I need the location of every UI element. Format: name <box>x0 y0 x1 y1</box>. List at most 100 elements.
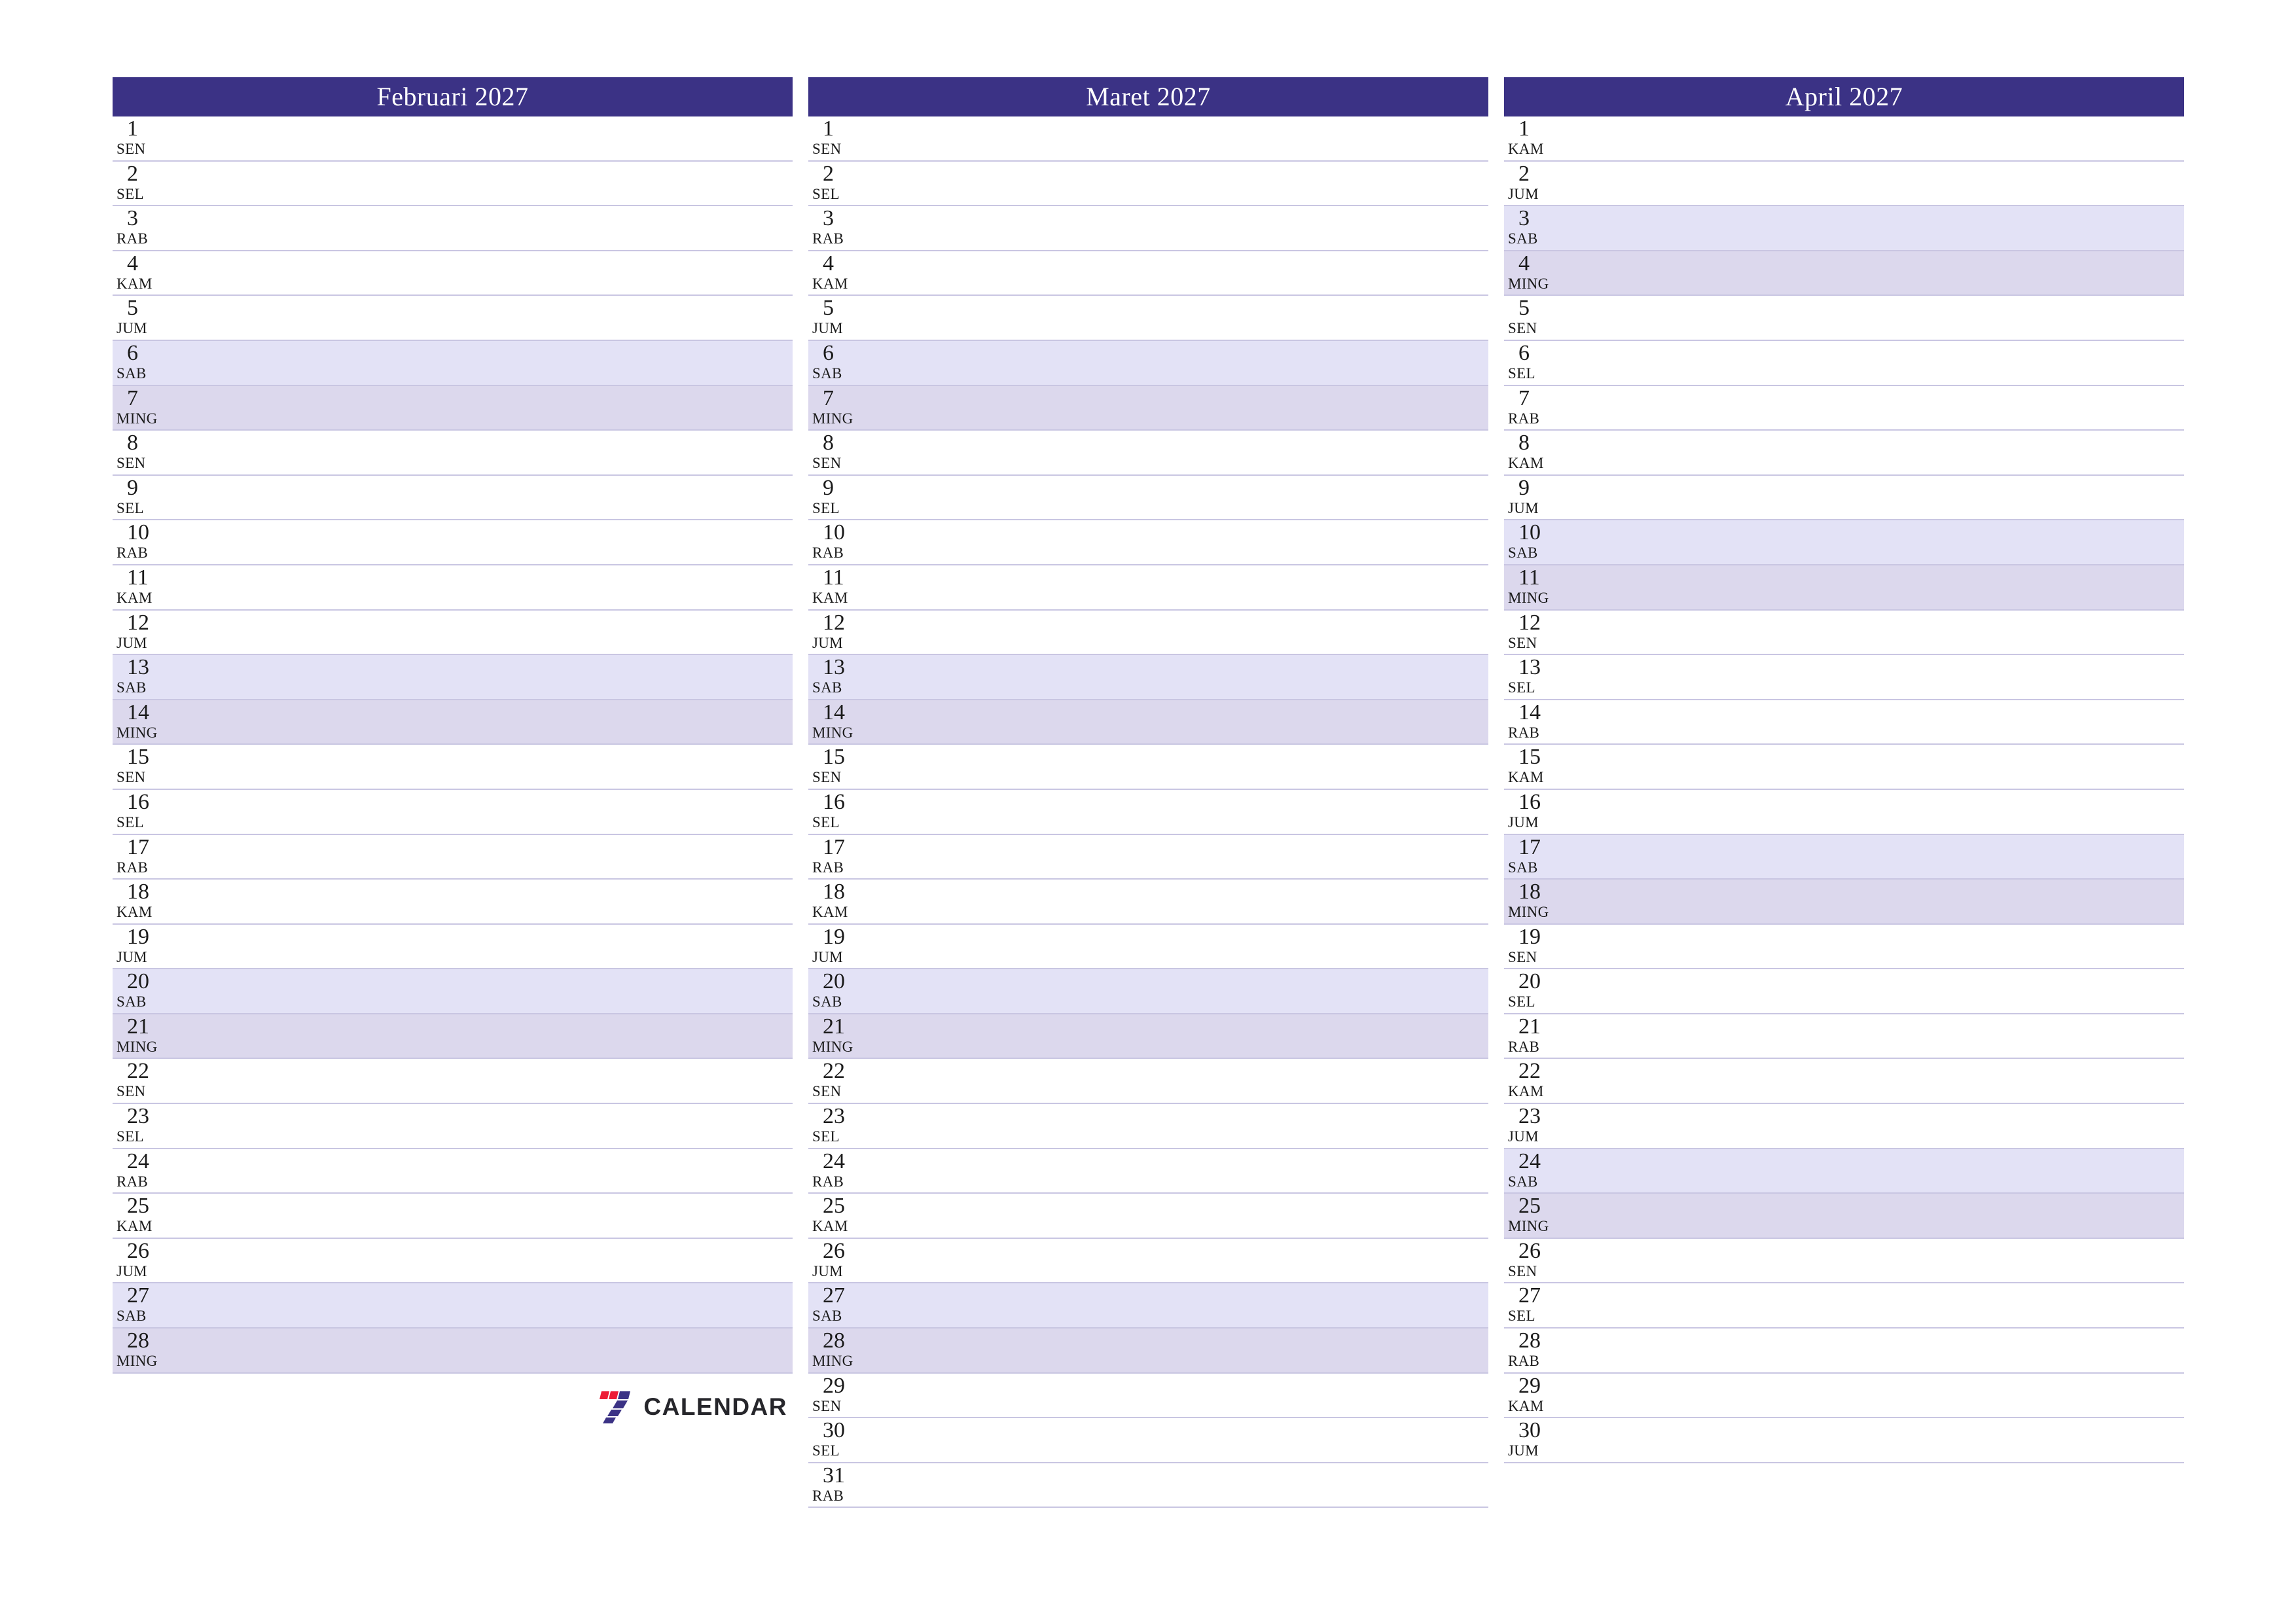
day-row[interactable]: 13 SEL <box>1504 655 2184 700</box>
day-row[interactable]: 10 RAB <box>808 520 1488 565</box>
day-row[interactable]: 2 SEL <box>113 161 793 207</box>
day-row[interactable]: 24 RAB <box>808 1149 1488 1194</box>
day-row[interactable]: 30 SEL <box>808 1418 1488 1463</box>
day-row[interactable]: 19 JUM <box>113 924 793 970</box>
day-row[interactable]: 14 MING <box>808 700 1488 745</box>
day-row[interactable]: 28 MING <box>808 1329 1488 1374</box>
day-row[interactable]: 3 RAB <box>808 206 1488 251</box>
day-row[interactable]: 25 KAM <box>113 1194 793 1239</box>
day-row[interactable]: 9 SEL <box>113 475 793 521</box>
day-row[interactable]: 8 SEN <box>113 431 793 476</box>
day-row[interactable]: 8 KAM <box>1504 431 2184 476</box>
day-row[interactable]: 5 JUM <box>808 296 1488 341</box>
day-row[interactable]: 16 SEL <box>113 789 793 835</box>
day-row[interactable]: 7 MING <box>113 385 793 431</box>
day-row[interactable]: 20 SEL <box>1504 969 2184 1014</box>
day-row[interactable]: 16 SEL <box>808 789 1488 835</box>
day-row[interactable]: 2 SEL <box>808 161 1488 207</box>
day-row[interactable]: 25 KAM <box>808 1194 1488 1239</box>
day-row[interactable]: 18 MING <box>1504 880 2184 925</box>
day-row[interactable]: 1 SEN <box>113 116 793 162</box>
day-row[interactable]: 20 SAB <box>113 969 793 1014</box>
day-row[interactable]: 26 JUM <box>113 1238 793 1284</box>
day-row[interactable]: 20 SAB <box>808 969 1488 1014</box>
day-row[interactable]: 1 SEN <box>808 116 1488 162</box>
day-row[interactable]: 25 MING <box>1504 1194 2184 1239</box>
day-row[interactable]: 6 SEL <box>1504 340 2184 386</box>
day-row[interactable]: 11 KAM <box>808 565 1488 611</box>
day-row[interactable]: 5 SEN <box>1504 296 2184 341</box>
day-row[interactable]: 4 MING <box>1504 251 2184 296</box>
brand-logo-inner: CALENDAR <box>594 1390 787 1424</box>
day-row[interactable]: 24 SAB <box>1504 1149 2184 1194</box>
day-row[interactable]: 17 SAB <box>1504 834 2184 880</box>
day-rows-maret: 1 SEN 2 SEL 3 RAB 4 KAM 5 JUM 6 SAB 7 MING 8 SEN 9 SEL 10 R… <box>808 116 1488 1508</box>
day-row[interactable]: 10 SAB <box>1504 520 2184 565</box>
day-row[interactable]: 22 KAM <box>1504 1059 2184 1105</box>
day-row[interactable]: 19 JUM <box>808 924 1488 970</box>
day-row[interactable]: 30 JUM <box>1504 1418 2184 1463</box>
day-abbreviation: SEL <box>1508 679 1535 696</box>
day-row[interactable]: 24 RAB <box>113 1149 793 1194</box>
day-row[interactable]: 17 RAB <box>808 834 1488 880</box>
day-row[interactable]: 21 MING <box>808 1014 1488 1060</box>
day-row[interactable]: 23 SEL <box>113 1104 793 1149</box>
day-row[interactable]: 29 KAM <box>1504 1373 2184 1419</box>
day-row[interactable]: 1 KAM <box>1504 116 2184 162</box>
day-row[interactable]: 31 RAB <box>808 1463 1488 1508</box>
day-row[interactable]: 22 SEN <box>113 1059 793 1105</box>
day-row[interactable]: 12 JUM <box>113 610 793 656</box>
day-row[interactable]: 16 JUM <box>1504 789 2184 835</box>
day-row[interactable]: 15 SEN <box>808 745 1488 790</box>
day-abbreviation: JUM <box>812 1262 843 1279</box>
day-row[interactable]: 6 SAB <box>113 340 793 386</box>
day-row[interactable]: 23 SEL <box>808 1104 1488 1149</box>
day-row[interactable]: 11 KAM <box>113 565 793 611</box>
day-row[interactable]: 14 MING <box>113 700 793 745</box>
day-number: 15 <box>1518 745 1541 770</box>
day-row[interactable]: 9 SEL <box>808 475 1488 521</box>
day-abbreviation: JUM <box>812 634 843 651</box>
day-row[interactable]: 15 SEN <box>113 745 793 790</box>
day-row[interactable]: 22 SEN <box>808 1059 1488 1105</box>
day-row[interactable]: 18 KAM <box>808 880 1488 925</box>
day-row[interactable]: 5 JUM <box>113 296 793 341</box>
day-row[interactable]: 23 JUM <box>1504 1104 2184 1149</box>
day-row[interactable]: 27 SAB <box>113 1283 793 1329</box>
day-row[interactable]: 12 SEN <box>1504 610 2184 656</box>
day-row[interactable]: 27 SAB <box>808 1283 1488 1329</box>
day-row[interactable]: 28 RAB <box>1504 1329 2184 1374</box>
day-row[interactable]: 6 SAB <box>808 340 1488 386</box>
day-row[interactable]: 8 SEN <box>808 431 1488 476</box>
day-row[interactable]: 27 SEL <box>1504 1283 2184 1329</box>
day-row[interactable]: 26 SEN <box>1504 1238 2184 1284</box>
day-row[interactable]: 3 SAB <box>1504 206 2184 251</box>
day-row[interactable]: 2 JUM <box>1504 161 2184 207</box>
day-row[interactable]: 29 SEN <box>808 1373 1488 1419</box>
day-number: 14 <box>1518 700 1541 724</box>
day-row[interactable]: 13 SAB <box>808 655 1488 700</box>
day-row[interactable]: 4 KAM <box>113 251 793 296</box>
day-row[interactable]: 26 JUM <box>808 1238 1488 1284</box>
day-row[interactable]: 7 MING <box>808 385 1488 431</box>
day-abbreviation: SEL <box>1508 365 1535 382</box>
day-row[interactable]: 17 RAB <box>113 834 793 880</box>
day-row[interactable]: 21 MING <box>113 1014 793 1060</box>
day-row[interactable]: 11 MING <box>1504 565 2184 611</box>
day-row[interactable]: 10 RAB <box>113 520 793 565</box>
day-row[interactable]: 21 RAB <box>1504 1014 2184 1060</box>
day-row[interactable]: 14 RAB <box>1504 700 2184 745</box>
day-row[interactable]: 12 JUM <box>808 610 1488 656</box>
day-number: 30 <box>1518 1418 1541 1443</box>
day-row[interactable]: 19 SEN <box>1504 924 2184 970</box>
day-row[interactable]: 18 KAM <box>113 880 793 925</box>
day-row[interactable]: 9 JUM <box>1504 475 2184 521</box>
day-row[interactable]: 28 MING <box>113 1329 793 1374</box>
day-number: 23 <box>127 1104 149 1129</box>
day-row[interactable]: 13 SAB <box>113 655 793 700</box>
day-row[interactable]: 7 RAB <box>1504 385 2184 431</box>
day-row[interactable]: 3 RAB <box>113 206 793 251</box>
day-number: 27 <box>127 1283 149 1308</box>
day-row[interactable]: 15 KAM <box>1504 745 2184 790</box>
day-row[interactable]: 4 KAM <box>808 251 1488 296</box>
